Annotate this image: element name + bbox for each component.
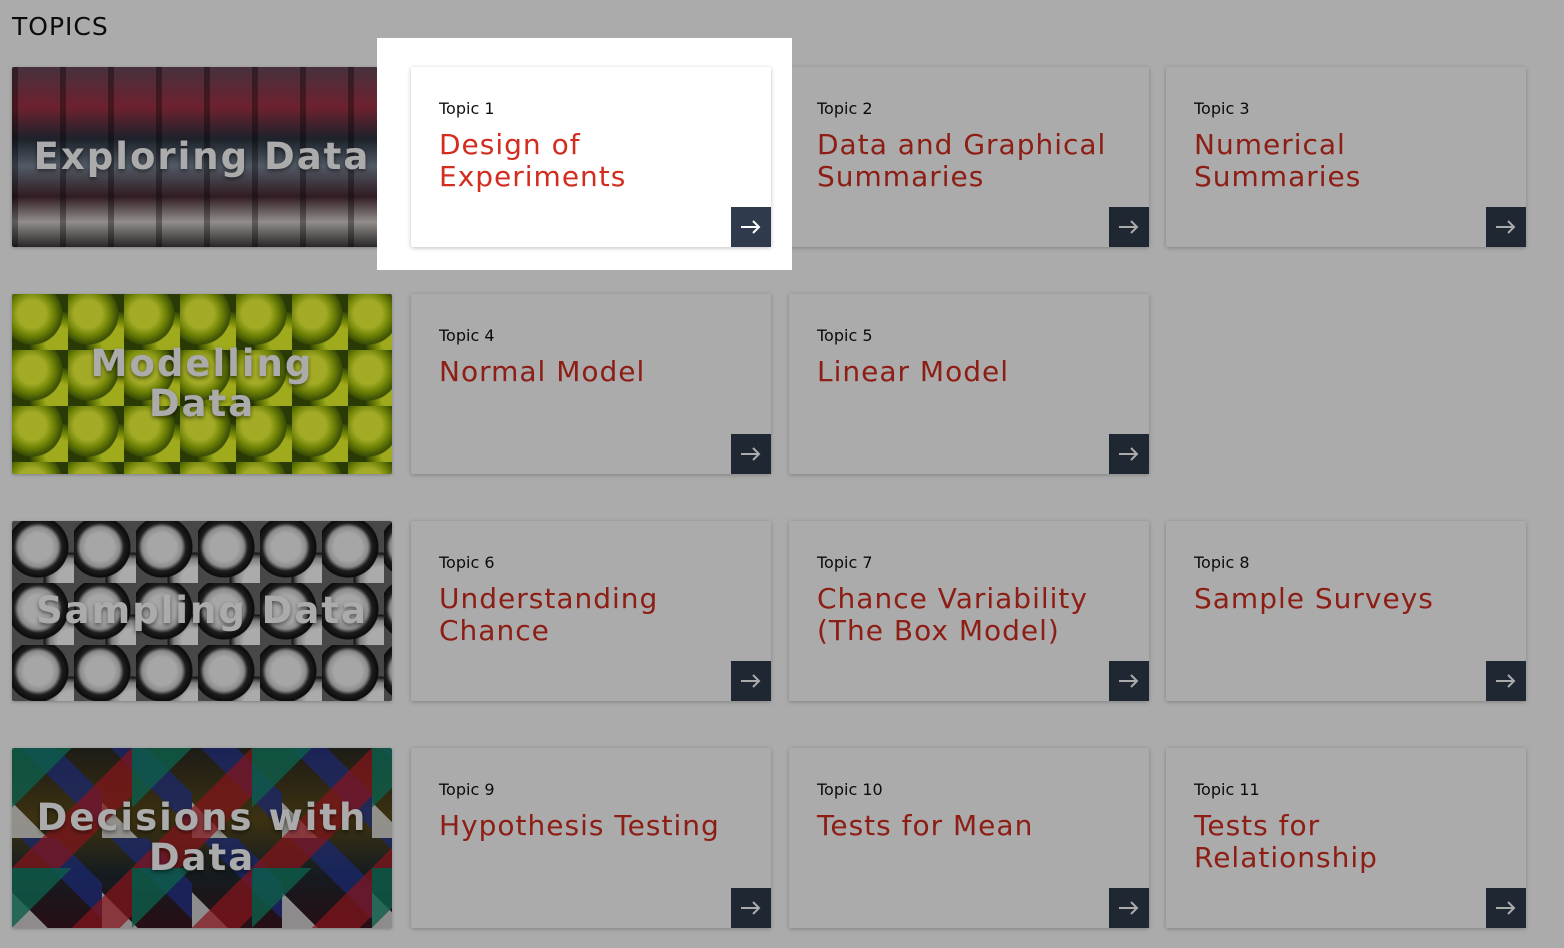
open-topic-10-button[interactable] [1109,888,1149,928]
topic-number: Topic 8 [1194,553,1250,572]
arrow-right-icon [1496,674,1516,688]
topic-number: Topic 3 [1194,99,1250,118]
category-label: Decisions with Data [36,796,368,879]
open-topic-5-button[interactable] [1109,434,1149,474]
category-label: Exploring Data [33,135,371,178]
open-topic-8-button[interactable] [1486,661,1526,701]
topic-card-7[interactable]: Topic 7 Chance Variability (The Box Mode… [789,521,1149,701]
topic-number: Topic 5 [817,326,873,345]
arrow-right-icon [1496,220,1516,234]
arrow-right-icon [1496,901,1516,915]
topic-title: Sample Surveys [1194,582,1434,615]
topic-number: Topic 11 [1194,780,1260,799]
topic-card-2[interactable]: Topic 2 Data and Graphical Summaries [789,67,1149,247]
topic-title: Tests for Relationship [1194,809,1378,874]
topic-card-10[interactable]: Topic 10 Tests for Mean [789,748,1149,928]
topic-card-1[interactable]: Topic 1 Design of Experiments [411,67,771,247]
category-modelling-data: Modelling Data [12,294,392,474]
category-sampling-data: Sampling Data [12,521,392,701]
spotlight-highlight: Topic 1 Design of Experiments [377,38,792,270]
topic-title: Data and Graphical Summaries [817,128,1107,193]
topic-card-5[interactable]: Topic 5 Linear Model [789,294,1149,474]
category-label: Modelling Data [90,342,314,425]
topic-number: Topic 7 [817,553,873,572]
open-topic-3-button[interactable] [1486,207,1526,247]
topic-card-8[interactable]: Topic 8 Sample Surveys [1166,521,1526,701]
topic-card-6[interactable]: Topic 6 Understanding Chance [411,521,771,701]
category-decisions-with-data: Decisions with Data [12,748,392,928]
topic-title: Design of Experiments [439,128,627,193]
topic-card-11[interactable]: Topic 11 Tests for Relationship [1166,748,1526,928]
topic-title: Understanding Chance [439,582,659,647]
topic-title: Numerical Summaries [1194,128,1362,193]
open-topic-9-button[interactable] [731,888,771,928]
arrow-right-icon [1119,674,1139,688]
topic-title: Tests for Mean [817,809,1034,842]
arrow-right-icon [741,674,761,688]
topic-number: Topic 4 [439,326,495,345]
arrow-right-icon [1119,220,1139,234]
topic-card-9[interactable]: Topic 9 Hypothesis Testing [411,748,771,928]
open-topic-2-button[interactable] [1109,207,1149,247]
category-label: Sampling Data [35,589,369,632]
page-title: TOPICS [12,12,109,41]
topic-number: Topic 9 [439,780,495,799]
arrow-right-icon [1119,901,1139,915]
arrow-right-icon [1119,447,1139,461]
topic-number: Topic 10 [817,780,883,799]
topic-title: Hypothesis Testing [439,809,720,842]
category-exploring-data: Exploring Data [12,67,392,247]
topic-card-4[interactable]: Topic 4 Normal Model [411,294,771,474]
topics-page: TOPICS Exploring Data Topic 2 Data and G… [0,0,1564,948]
arrow-right-icon [741,447,761,461]
topic-number: Topic 6 [439,553,495,572]
arrow-right-icon [741,220,761,234]
open-topic-6-button[interactable] [731,661,771,701]
arrow-right-icon [741,901,761,915]
open-topic-4-button[interactable] [731,434,771,474]
topic-number: Topic 2 [817,99,873,118]
topic-card-3[interactable]: Topic 3 Numerical Summaries [1166,67,1526,247]
topic-title: Linear Model [817,355,1009,388]
topic-title: Normal Model [439,355,646,388]
open-topic-7-button[interactable] [1109,661,1149,701]
topic-number: Topic 1 [439,99,495,118]
open-topic-11-button[interactable] [1486,888,1526,928]
topic-title: Chance Variability (The Box Model) [817,582,1088,647]
open-topic-1-button[interactable] [731,207,771,247]
